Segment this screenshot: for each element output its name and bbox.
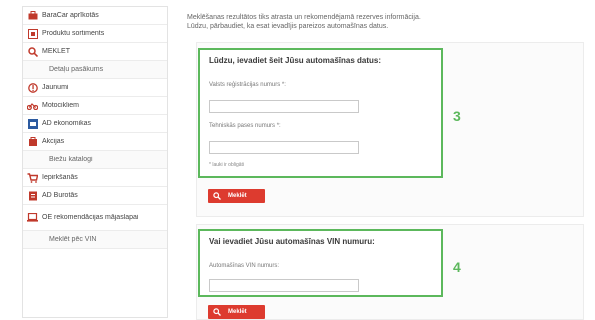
- sidebar-item-9[interactable]: Iepirkšanās: [23, 169, 167, 187]
- search-icon: [213, 308, 221, 316]
- search-button-1[interactable]: Meklēt: [208, 189, 265, 203]
- sidebar-item-10[interactable]: AD Burotās: [23, 187, 167, 205]
- sidebar-item-label: AD Burotās: [42, 192, 78, 199]
- cart-icon: [27, 172, 38, 183]
- search-button-1-label: Meklēt: [228, 193, 247, 199]
- sidebar-item-label: Motocikliem: [42, 102, 79, 109]
- doc-icon: [27, 190, 38, 201]
- sidebar-item-3[interactable]: Detaļu pasākums: [23, 61, 167, 79]
- laptop-icon: [27, 212, 38, 223]
- sidebar-item-label: Akcijas: [42, 138, 65, 145]
- badge-icon: [27, 118, 38, 129]
- intro-line-1: Meklēšanas rezultātos tiks atrasta un re…: [187, 14, 421, 21]
- sidebar-item-label: Iepirkšanās: [42, 174, 78, 181]
- vin-form-title: Vai ievadiet Jūsu automašīnas VIN numuru…: [209, 237, 375, 246]
- catalog-icon: [27, 28, 38, 39]
- callout-4: 4: [453, 259, 461, 275]
- sidebar-item-11[interactable]: OE rekomendācijas mājaslapai: [23, 205, 167, 231]
- vin-number-label: Automašīnas VIN numurs:: [209, 263, 280, 269]
- info-icon: [27, 82, 38, 93]
- search-icon: [213, 192, 221, 200]
- sidebar-item-label: Jaunumi: [42, 84, 69, 91]
- sidebar-item-7[interactable]: Akcijas: [23, 133, 167, 151]
- cert-number-label: Tehniskās pases numurs *:: [209, 123, 281, 129]
- vin-form-box: Vai ievadiet Jūsu automašīnas VIN numuru…: [198, 229, 443, 297]
- search-button-2-label: Meklēt: [228, 309, 247, 315]
- sidebar-item-label: Meklēt pēc VIN: [49, 236, 97, 243]
- registration-form-title: Lūdzu, ievadiet šeit Jūsu automašīnas da…: [209, 56, 382, 65]
- sidebar-item-0[interactable]: BaraCar aprīkotās: [23, 7, 167, 25]
- callout-3: 3: [453, 108, 461, 124]
- tag-icon: [27, 136, 38, 147]
- shop-icon: [27, 10, 38, 21]
- search-button-2[interactable]: Meklēt: [208, 305, 265, 319]
- reg-number-input[interactable]: [209, 100, 359, 113]
- sidebar-item-12[interactable]: Meklēt pēc VIN: [23, 231, 167, 249]
- search-icon: [27, 46, 38, 57]
- motorcycle-icon: [27, 100, 38, 111]
- sidebar-item-label: Produktu sortiments: [42, 30, 105, 37]
- intro-line-2: Lūdzu, pārbaudiet, ka esat ievadījis par…: [187, 23, 389, 30]
- sidebar-item-8[interactable]: Biežu katalogi: [23, 151, 167, 169]
- page: BaraCar aprīkotās Produktu sortiments MEKL…: [0, 0, 595, 320]
- sidebar-item-label: MEKLĒT: [42, 48, 71, 55]
- intro-text: Meklēšanas rezultātos tiks atrasta un re…: [187, 13, 582, 31]
- sidebar-item-label: BaraCar aprīkotās: [42, 12, 99, 19]
- sidebar-item-2[interactable]: MEKLĒT: [23, 43, 167, 61]
- reg-number-label: Valsts reģistrācijas numurs *:: [209, 82, 286, 88]
- sidebar-item-5[interactable]: Motocikliem: [23, 97, 167, 115]
- sidebar-item-6[interactable]: AD ekonomikas: [23, 115, 167, 133]
- sidebar-item-label: AD ekonomikas: [42, 120, 92, 127]
- sidebar-item-label: OE rekomendācijas mājaslapai: [42, 214, 139, 221]
- sidebar-item-4[interactable]: Jaunumi: [23, 79, 167, 97]
- sidebar-item-label: Detaļu pasākums: [49, 66, 104, 73]
- sidebar-item-label: Biežu katalogi: [49, 156, 93, 163]
- vin-number-input[interactable]: [209, 279, 359, 292]
- cert-number-input[interactable]: [209, 141, 359, 154]
- sidebar-item-1[interactable]: Produktu sortiments: [23, 25, 167, 43]
- required-hint: * lauki ir obligāti: [209, 162, 245, 168]
- registration-form-box: Lūdzu, ievadiet šeit Jūsu automašīnas da…: [198, 48, 443, 178]
- sidebar-menu: BaraCar aprīkotās Produktu sortiments MEKL…: [22, 6, 168, 318]
